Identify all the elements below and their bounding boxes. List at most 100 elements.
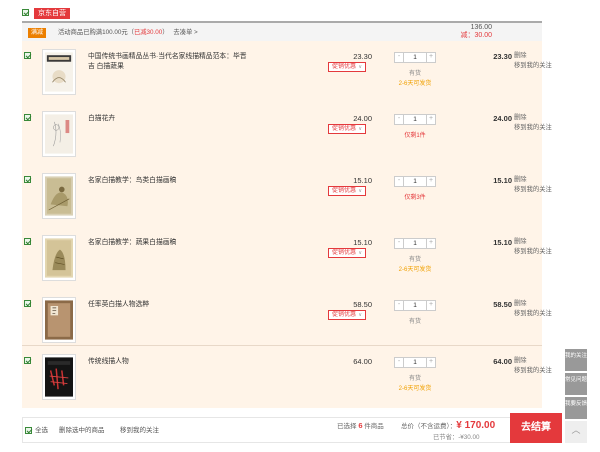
item-title[interactable]: 名家白描教学：鸟类白描画稿: [88, 176, 248, 186]
promo-select[interactable]: 促销优惠 ∨: [328, 186, 367, 196]
item-title[interactable]: 中国传统书画精品丛书·当代名家线描精品范本：毕晋吉 白描蔬果: [88, 52, 248, 72]
promo-total: 136.00 减：30.00: [460, 24, 492, 40]
qty-increase-button[interactable]: +: [426, 358, 435, 367]
qty-value[interactable]: 1: [404, 177, 426, 186]
product-thumbnail[interactable]: [42, 354, 76, 400]
quantity-stepper[interactable]: - 1 +: [394, 176, 436, 187]
item-actions: 删除 移到我的关注: [514, 299, 552, 319]
qty-value[interactable]: 1: [404, 358, 426, 367]
shop-checkbox[interactable]: [22, 9, 29, 16]
qty-value[interactable]: 1: [404, 301, 426, 310]
quantity-stepper[interactable]: - 1 +: [394, 52, 436, 63]
qty-decrease-button[interactable]: -: [395, 358, 404, 367]
stock-status: 有货 2-6天可发货: [394, 374, 436, 394]
promo-link[interactable]: 去凑单 >: [173, 29, 197, 36]
item-title[interactable]: 任率英白描人物选粹: [88, 300, 248, 310]
product-thumbnail[interactable]: [42, 111, 76, 157]
promo-total-amount: 136.00: [470, 24, 492, 31]
total-label: 总价（不含运费）：: [401, 423, 457, 430]
selected-number: 6: [358, 421, 363, 430]
item-checkbox[interactable]: [24, 114, 31, 121]
move-to-follow-link[interactable]: 移到我的关注: [514, 61, 552, 71]
checkout-button[interactable]: 去结算: [510, 413, 562, 443]
stock-status: 有货: [394, 317, 436, 327]
product-thumbnail[interactable]: [42, 297, 76, 343]
delete-link[interactable]: 删除: [514, 237, 552, 247]
quantity-stepper[interactable]: - 1 +: [394, 300, 436, 311]
promo-select[interactable]: 促销优惠 ∨: [328, 62, 367, 72]
stock-status: 有货 2-6天可发货: [394, 69, 436, 89]
item-actions: 删除 移到我的关注: [514, 51, 552, 71]
promo-select-label: 促销优惠: [332, 250, 357, 256]
qty-increase-button[interactable]: +: [426, 53, 435, 62]
item-price: 24.00: [353, 114, 372, 123]
my-follow-button[interactable]: 我的关注: [565, 349, 587, 371]
move-to-follow-link[interactable]: 移到我的关注: [514, 309, 552, 319]
move-to-follow-link[interactable]: 移到我的关注: [514, 123, 552, 133]
promo-text-after: ）: [162, 29, 169, 36]
qty-increase-button[interactable]: +: [426, 115, 435, 124]
move-selected-follow-link[interactable]: 移到我的关注: [120, 426, 159, 436]
item-checkbox[interactable]: [24, 52, 31, 59]
item-checkbox[interactable]: [24, 357, 31, 364]
ship-time: 2-6天可发货: [398, 386, 432, 392]
qty-decrease-button[interactable]: -: [395, 177, 404, 186]
qty-value[interactable]: 1: [404, 115, 426, 124]
back-to-top-button[interactable]: ︿: [565, 421, 587, 443]
item-subtotal: 24.00: [493, 114, 512, 123]
qty-increase-button[interactable]: +: [426, 301, 435, 310]
move-to-follow-link[interactable]: 移到我的关注: [514, 247, 552, 257]
product-thumbnail[interactable]: [42, 49, 76, 95]
feedback-button[interactable]: 我要反馈: [565, 397, 587, 419]
delete-link[interactable]: 删除: [514, 175, 552, 185]
delete-link[interactable]: 删除: [514, 356, 552, 366]
item-actions: 删除 移到我的关注: [514, 113, 552, 133]
product-thumbnail[interactable]: [42, 235, 76, 281]
shop-name[interactable]: 京东自营: [34, 8, 70, 19]
saved-amount: 已节省：-¥30.00: [433, 434, 480, 441]
item-price: 64.00: [353, 357, 372, 366]
promo-select[interactable]: 促销优惠 ∨: [328, 248, 367, 258]
promo-select-label: 促销优惠: [332, 126, 357, 132]
item-subtotal: 64.00: [493, 357, 512, 366]
faq-label: 常见问题: [565, 377, 588, 383]
select-all-checkbox[interactable]: [25, 427, 32, 434]
qty-decrease-button[interactable]: -: [395, 53, 404, 62]
promo-select[interactable]: 促销优惠 ∨: [328, 124, 367, 134]
delete-link[interactable]: 删除: [514, 51, 552, 61]
quantity-stepper[interactable]: - 1 +: [394, 114, 436, 125]
qty-value[interactable]: 1: [404, 239, 426, 248]
delete-link[interactable]: 删除: [514, 113, 552, 123]
delete-link[interactable]: 删除: [514, 299, 552, 309]
product-thumbnail[interactable]: [42, 173, 76, 219]
item-title[interactable]: 传统线描人物: [88, 357, 248, 367]
qty-decrease-button[interactable]: -: [395, 239, 404, 248]
item-title[interactable]: 白描花卉: [88, 114, 248, 124]
delete-selected-link[interactable]: 删除选中的商品: [59, 426, 105, 436]
quantity-stepper[interactable]: - 1 +: [394, 357, 436, 368]
item-checkbox[interactable]: [24, 300, 31, 307]
promo-select[interactable]: 促销优惠 ∨: [328, 310, 367, 320]
qty-decrease-button[interactable]: -: [395, 301, 404, 310]
stock-status: 有货 2-6天可发货: [394, 255, 436, 275]
cart-item: 白描花卉 24.00 促销优惠 ∨ - 1 + 仅剩1件 24.00 删除 移到…: [22, 103, 552, 163]
quantity-stepper[interactable]: - 1 +: [394, 238, 436, 249]
item-title[interactable]: 名家白描教学：蔬果白描画稿: [88, 238, 248, 248]
item-checkbox[interactable]: [24, 238, 31, 245]
item-price: 15.10: [353, 176, 372, 185]
item-checkbox[interactable]: [24, 176, 31, 183]
qty-increase-button[interactable]: +: [426, 177, 435, 186]
move-to-follow-link[interactable]: 移到我的关注: [514, 185, 552, 195]
item-subtotal: 23.30: [493, 52, 512, 61]
qty-value[interactable]: 1: [404, 53, 426, 62]
faq-button[interactable]: 常见问题: [565, 373, 587, 395]
stock-label: 仅剩1件: [404, 133, 426, 139]
qty-increase-button[interactable]: +: [426, 239, 435, 248]
cart-footer: 全选 删除选中的商品 移到我的关注 已选择 6 件商品 总价（不含运费）：¥ 1…: [22, 417, 542, 443]
qty-decrease-button[interactable]: -: [395, 115, 404, 124]
promo-select-label: 促销优惠: [332, 64, 357, 70]
selected-prefix: 已选择: [337, 423, 357, 430]
cart-item-list: 中国传统书画精品丛书·当代名家线描精品范本：毕晋吉 白描蔬果 23.30 促销优…: [22, 41, 552, 408]
move-to-follow-link[interactable]: 移到我的关注: [514, 366, 552, 376]
select-all-label[interactable]: 全选: [35, 426, 48, 436]
